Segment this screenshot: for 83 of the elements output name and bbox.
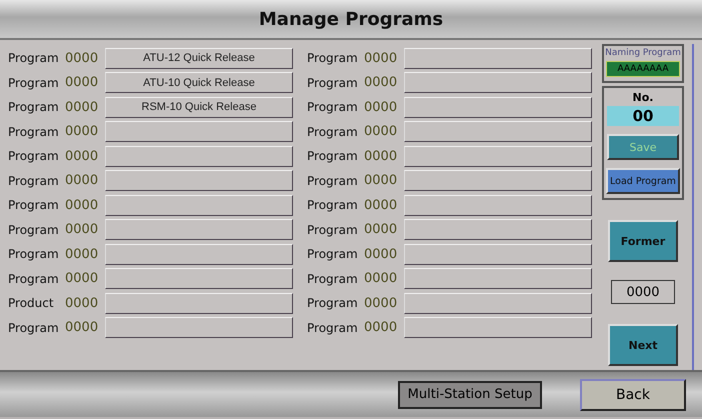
program-number: 0000 <box>65 75 100 90</box>
program-number: 0000 <box>65 148 100 164</box>
row-label: Program <box>7 320 60 335</box>
row-label: Program <box>306 149 359 164</box>
number-label: No. <box>632 91 654 104</box>
row-label: Program <box>306 272 359 286</box>
program-name-field[interactable] <box>105 268 293 290</box>
program-name-field[interactable] <box>404 292 592 314</box>
program-number: 0000 <box>364 222 398 238</box>
row-label: Program <box>7 149 60 164</box>
program-number: 0000 <box>364 320 398 336</box>
row-label: Program <box>306 222 359 237</box>
program-name-field[interactable] <box>404 219 592 240</box>
program-number: 0000 <box>364 198 398 213</box>
program-name-field[interactable] <box>404 244 592 265</box>
program-number: 0000 <box>65 246 100 262</box>
program-number: 0000 <box>65 296 100 311</box>
program-number: 0000 <box>65 198 100 213</box>
program-name-field[interactable] <box>105 146 293 167</box>
row-label: Program <box>306 174 359 188</box>
former-button[interactable]: Former <box>608 220 678 262</box>
program-name-field[interactable] <box>404 96 592 118</box>
program-number: 0000 <box>364 100 398 115</box>
row-label: Program <box>306 51 359 66</box>
naming-field[interactable]: AAAAAAAA <box>606 61 680 77</box>
naming-label: Naming Program <box>605 48 681 58</box>
row-label: Program <box>7 100 60 114</box>
program-name-field[interactable] <box>105 194 293 216</box>
program-name-field[interactable] <box>105 170 293 192</box>
program-number: 0000 <box>65 271 100 286</box>
row-label: Product <box>7 296 55 310</box>
program-number: 0000 <box>364 271 398 286</box>
next-button[interactable]: Next <box>608 324 678 366</box>
program-name-field[interactable] <box>404 170 592 192</box>
page-number: 0000 <box>611 280 675 304</box>
row-label: Program <box>7 272 60 286</box>
row-label: Program <box>306 124 359 139</box>
program-name-field[interactable] <box>404 194 592 216</box>
program-name-field[interactable] <box>404 48 592 69</box>
row-label: Program <box>306 198 359 212</box>
program-name-field[interactable] <box>105 244 293 265</box>
program-number: 0000 <box>65 124 100 140</box>
back-button[interactable]: Back <box>580 378 686 410</box>
number-field[interactable]: 00 <box>607 106 679 126</box>
program-number: 0000 <box>364 50 398 66</box>
row-label: Program <box>306 76 359 90</box>
program-name-field[interactable] <box>105 317 293 338</box>
row-label: Program <box>7 222 60 237</box>
program-name-field[interactable] <box>105 121 293 142</box>
row-label: Program <box>7 174 60 188</box>
row-label: Program <box>7 247 60 262</box>
row-label: Program <box>7 124 60 139</box>
program-number: 0000 <box>364 124 398 140</box>
program-number: 0000 <box>364 173 398 188</box>
multi-station-setup-button[interactable]: Multi-Station Setup <box>398 380 542 408</box>
load-program-button[interactable]: Load Program <box>606 168 680 194</box>
row-label: Program <box>306 100 359 114</box>
program-number: 0000 <box>364 246 398 262</box>
program-name-field[interactable] <box>105 292 293 314</box>
program-name-field[interactable] <box>404 268 592 290</box>
program-number: 0000 <box>65 222 100 238</box>
program-name-field[interactable]: RSM-10 Quick Release <box>105 96 293 118</box>
program-name-field[interactable] <box>404 146 592 167</box>
program-name-field[interactable] <box>105 219 293 240</box>
program-number: 0000 <box>65 100 100 115</box>
program-name-field[interactable] <box>404 317 592 338</box>
row-label: Program <box>7 198 60 212</box>
row-label: Program <box>7 76 60 90</box>
program-name-field[interactable]: ATU-10 Quick Release <box>105 72 293 94</box>
window-title: Manage Programs <box>258 8 444 30</box>
row-label: Program <box>306 296 359 310</box>
program-number: 0000 <box>65 320 100 336</box>
row-label: Program <box>7 51 60 66</box>
program-name-field[interactable]: ATU-12 Quick Release <box>105 48 293 69</box>
program-name-field[interactable] <box>404 121 592 142</box>
program-name-field[interactable] <box>404 72 592 94</box>
program-number: 0000 <box>65 50 100 66</box>
row-label: Program <box>306 247 359 262</box>
program-number: 0000 <box>364 75 398 90</box>
row-label: Program <box>306 320 359 335</box>
program-number: 0000 <box>364 148 398 164</box>
program-number: 0000 <box>65 173 100 188</box>
program-number: 0000 <box>364 296 398 311</box>
